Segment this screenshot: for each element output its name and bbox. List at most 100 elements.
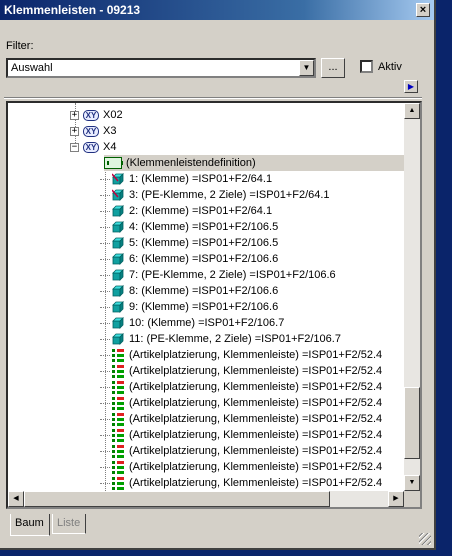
tree-node-placement[interactable]: (Artikelplatzierung, Klemmenleiste) =ISP…: [112, 363, 382, 379]
tree-node-terminal[interactable]: 8: (Klemme) =ISP01+F2/106.6: [112, 283, 278, 299]
tree-node-label: 8: (Klemme) =ISP01+F2/106.6: [129, 285, 279, 297]
tree-node-label: 6: (Klemme) =ISP01+F2/106.6: [129, 253, 279, 265]
tree-node-terminal[interactable]: 9: (Klemme) =ISP01+F2/106.6: [112, 299, 278, 315]
tree-node-placement[interactable]: (Artikelplatzierung, Klemmenleiste) =ISP…: [112, 379, 382, 395]
terminal-cube-icon: [111, 173, 124, 185]
tree-node-group[interactable]: + XY X3: [70, 123, 116, 139]
collapse-icon[interactable]: −: [70, 142, 79, 152]
filter-combobox[interactable]: Auswahl ▼: [6, 58, 316, 78]
tree-guide-line: [100, 467, 110, 468]
navigate-arrow-button[interactable]: ▶: [404, 80, 418, 93]
article-placement-icon: [112, 460, 124, 474]
terminal-cube-icon: [111, 189, 124, 201]
tree-node-label: X4: [103, 141, 117, 153]
article-placement-icon: [112, 444, 124, 458]
article-placement-icon: [112, 364, 124, 378]
tab-liste[interactable]: Liste: [52, 514, 86, 534]
title-bar[interactable]: Klemmenleisten - 09213 ×: [0, 0, 434, 20]
terminal-cube-icon: [112, 253, 124, 265]
tree-guide-line: [100, 211, 110, 212]
scroll-right-button[interactable]: ▶: [388, 491, 404, 507]
tree-node-label: 5: (Klemme) =ISP01+F2/106.5: [129, 237, 279, 249]
article-placement-icon: [112, 476, 124, 490]
tree-node-terminal[interactable]: 11: (PE-Klemme, 2 Ziele) =ISP01+F2/106.7: [112, 331, 341, 347]
tree-node-label: X02: [103, 109, 123, 121]
terminal-cube-icon: [112, 221, 124, 233]
chevron-down-icon[interactable]: ▼: [299, 60, 314, 76]
tree-node-terminal[interactable]: 3: (PE-Klemme, 2 Ziele) =ISP01+F2/64.1: [111, 187, 330, 203]
tree-node-placement[interactable]: (Artikelplatzierung, Klemmenleiste) =ISP…: [112, 347, 382, 363]
tree-node-terminal[interactable]: 6: (Klemme) =ISP01+F2/106.6: [112, 251, 278, 267]
tree-guide-line: [105, 161, 106, 501]
tree-node-placement[interactable]: (Artikelplatzierung, Klemmenleiste) =ISP…: [112, 395, 382, 411]
tree-guide-line: [100, 419, 110, 420]
terminal-cube-icon: [112, 269, 124, 281]
tree-node-label: (Artikelplatzierung, Klemmenleiste) =ISP…: [129, 365, 383, 377]
vertical-scrollbar[interactable]: ▲ ▼: [404, 103, 420, 491]
terminal-cube-icon: [112, 237, 124, 249]
expand-icon[interactable]: +: [70, 110, 79, 120]
tree-node-label: (Artikelplatzierung, Klemmenleiste) =ISP…: [129, 461, 383, 473]
xy-strip-icon: XY: [83, 125, 99, 137]
filter-label: Filter:: [6, 40, 34, 52]
tree-guide-line: [100, 451, 110, 452]
tree-node-label: 9: (Klemme) =ISP01+F2/106.6: [129, 301, 279, 313]
tree-guide-line: [100, 259, 110, 260]
horizontal-scrollbar[interactable]: ◀ ▶: [8, 491, 404, 507]
tree-node-terminal[interactable]: 5: (Klemme) =ISP01+F2/106.5: [112, 235, 278, 251]
strip-definition-icon: [104, 157, 123, 169]
tree-node-terminal[interactable]: 10: (Klemme) =ISP01+F2/106.7: [112, 315, 284, 331]
tree-node-label: 10: (Klemme) =ISP01+F2/106.7: [129, 317, 285, 329]
tree-node-label: (Artikelplatzierung, Klemmenleiste) =ISP…: [129, 445, 383, 457]
vertical-scroll-thumb[interactable]: [404, 387, 420, 459]
tree-node-definition[interactable]: (Klemmenleistendefinition): [104, 155, 404, 171]
aktiv-checkbox[interactable]: [360, 60, 373, 73]
terminal-cube-icon: [112, 285, 124, 297]
tree-node-placement[interactable]: (Artikelplatzierung, Klemmenleiste) =ISP…: [112, 443, 382, 459]
tree-node-terminal[interactable]: 7: (PE-Klemme, 2 Ziele) =ISP01+F2/106.6: [112, 267, 336, 283]
scroll-down-button[interactable]: ▼: [404, 475, 420, 491]
tree-node-label: 2: (Klemme) =ISP01+F2/64.1: [129, 205, 273, 217]
tree-guide-line: [100, 179, 110, 180]
article-placement-icon: [112, 348, 124, 362]
article-placement-icon: [112, 412, 124, 426]
tree-node-label: 3: (PE-Klemme, 2 Ziele) =ISP01+F2/64.1: [129, 189, 330, 201]
tree-guide-line: [100, 339, 110, 340]
tree-node-terminal[interactable]: 2: (Klemme) =ISP01+F2/64.1: [112, 203, 272, 219]
tree-node-placement[interactable]: (Artikelplatzierung, Klemmenleiste) =ISP…: [112, 459, 382, 475]
tree-guide-line: [100, 275, 110, 276]
separator: [4, 97, 422, 99]
browse-button[interactable]: ...: [321, 58, 345, 78]
scrollbar-corner: [404, 491, 420, 507]
tree-node-label: X3: [103, 125, 117, 137]
tree-node-group[interactable]: − XY X4: [70, 139, 116, 155]
tree-node-placement[interactable]: (Artikelplatzierung, Klemmenleiste) =ISP…: [112, 411, 382, 427]
xy-strip-icon: XY: [83, 141, 99, 153]
scroll-left-button[interactable]: ◀: [8, 491, 24, 507]
horizontal-scroll-thumb[interactable]: [24, 491, 330, 507]
tree-node-label: 4: (Klemme) =ISP01+F2/106.5: [129, 221, 279, 233]
article-placement-icon: [112, 380, 124, 394]
scroll-up-button[interactable]: ▲: [404, 103, 420, 119]
tree-node-label: (Artikelplatzierung, Klemmenleiste) =ISP…: [129, 381, 383, 393]
tree-node-group[interactable]: + XY X02: [70, 107, 123, 123]
tree-guide-line: [100, 387, 110, 388]
tree-node-placement[interactable]: (Artikelplatzierung, Klemmenleiste) =ISP…: [112, 475, 382, 491]
tree-guide-line: [100, 291, 110, 292]
expand-icon[interactable]: +: [70, 126, 79, 136]
close-button[interactable]: ×: [416, 3, 430, 17]
tree-guide-line: [100, 227, 110, 228]
tree-guide-line: [100, 195, 110, 196]
tree-node-placement[interactable]: (Artikelplatzierung, Klemmenleiste) =ISP…: [112, 427, 382, 443]
terminal-cube-icon: [112, 333, 124, 345]
tree-guide-line: [100, 323, 110, 324]
tree-node-terminal[interactable]: 1: (Klemme) =ISP01+F2/64.1: [111, 171, 272, 187]
article-placement-icon: [112, 428, 124, 442]
tab-baum[interactable]: Baum: [10, 514, 50, 536]
tree-node-label: (Artikelplatzierung, Klemmenleiste) =ISP…: [129, 477, 383, 489]
window-title: Klemmenleisten - 09213: [4, 3, 141, 17]
filter-selected-value: Auswahl: [11, 62, 53, 74]
tree-view[interactable]: + XY X02 + XY X3− XY X4 (Klemmenleistendefinitio…: [6, 101, 422, 509]
tree-node-terminal[interactable]: 4: (Klemme) =ISP01+F2/106.5: [112, 219, 278, 235]
resize-grip[interactable]: [419, 533, 431, 545]
